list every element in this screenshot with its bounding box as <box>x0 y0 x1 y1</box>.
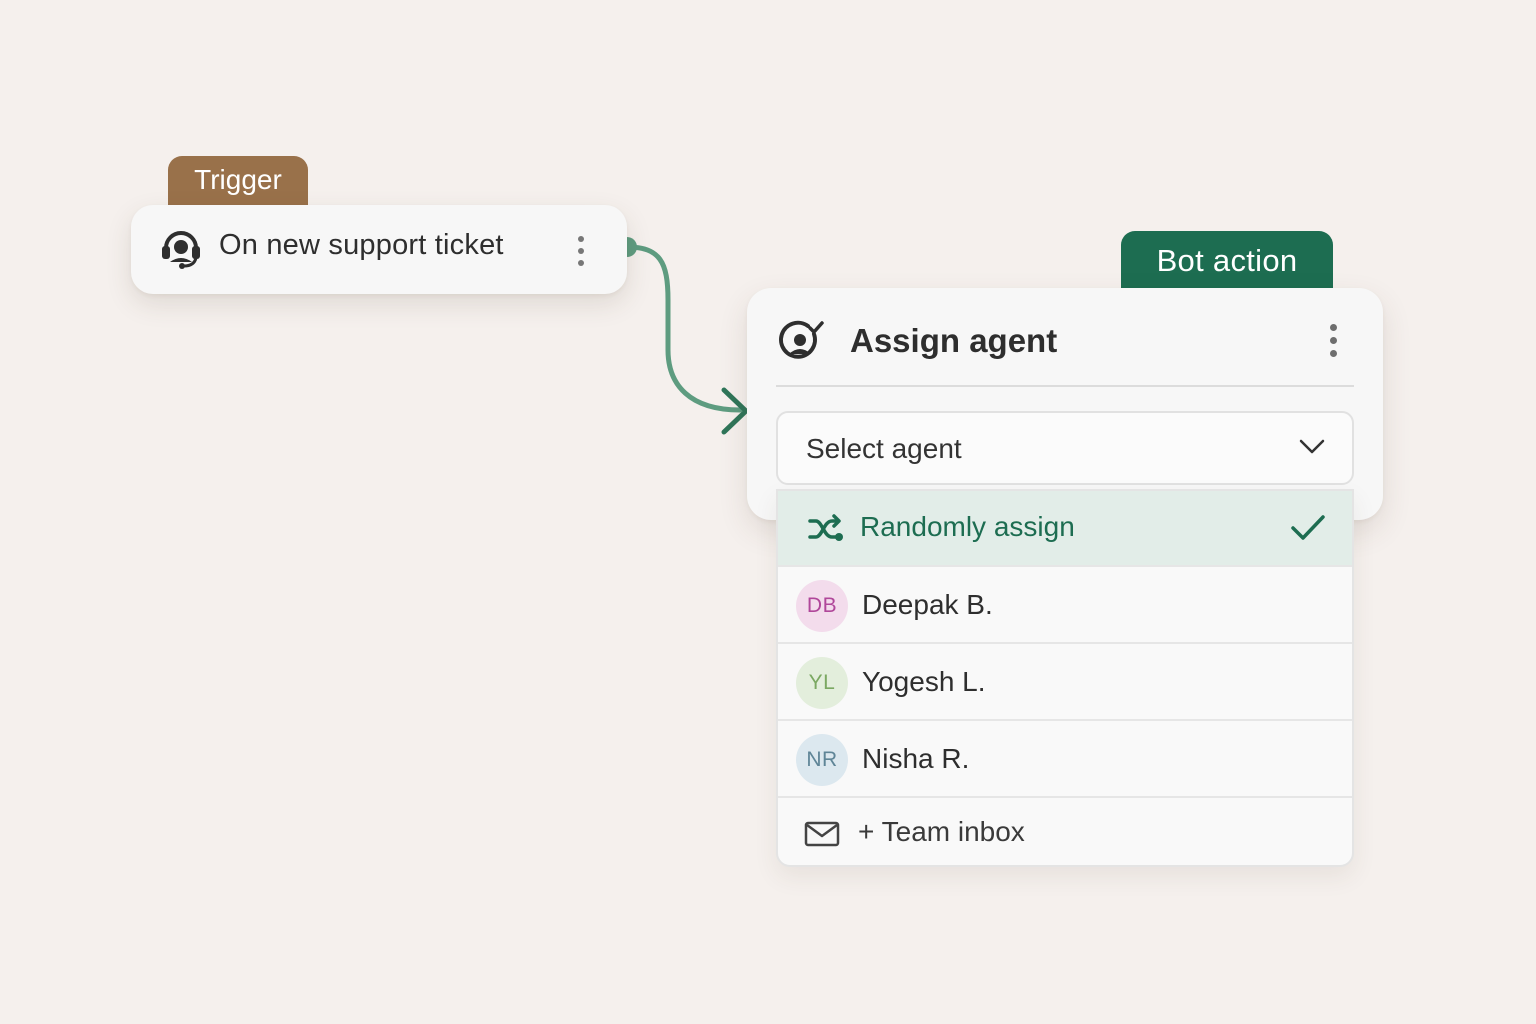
option-label: Nisha R. <box>862 743 970 774</box>
bot-action-divider <box>776 385 1354 387</box>
agent-options-list: Randomly assign DB Deepak B. YL Yogesh L… <box>776 489 1354 867</box>
option-team-inbox[interactable]: + Team inbox <box>778 798 1352 865</box>
connector-arrow-icon <box>721 387 749 435</box>
avatar: DB <box>796 580 848 632</box>
option-label: + Team inbox <box>858 816 1025 847</box>
avatar-initials: DB <box>806 594 838 617</box>
trigger-menu-icon[interactable] <box>578 236 584 266</box>
select-agent-label: Select agent <box>806 433 962 464</box>
workflow-canvas: Trigger On new support ticket Bot action… <box>0 0 1536 1024</box>
option-yogesh[interactable]: YL Yogesh L. <box>778 644 1352 721</box>
bot-action-title: Assign agent <box>850 322 1058 359</box>
option-label: Yogesh L. <box>862 666 986 697</box>
bot-action-node[interactable] <box>747 288 1383 520</box>
assign-agent-icon <box>779 320 824 359</box>
option-nisha[interactable]: NR Nisha R. <box>778 721 1352 798</box>
mail-icon <box>804 821 840 847</box>
avatar: YL <box>796 657 848 709</box>
option-label: Deepak B. <box>862 589 993 620</box>
bot-action-menu-icon[interactable] <box>1330 324 1337 357</box>
option-deepak[interactable]: DB Deepak B. <box>778 567 1352 644</box>
option-randomly-assign[interactable]: Randomly assign <box>778 491 1352 567</box>
option-label: Randomly assign <box>860 511 1075 542</box>
avatar: NR <box>796 734 848 786</box>
shuffle-icon <box>808 514 843 541</box>
trigger-tag: Trigger <box>168 156 308 212</box>
avatar-initials: YL <box>808 671 836 694</box>
headset-icon <box>162 231 200 269</box>
trigger-title: On new support ticket <box>219 229 504 261</box>
select-agent-dropdown[interactable]: Select agent <box>776 411 1354 485</box>
chevron-down-icon <box>1299 439 1325 454</box>
avatar-initials: NR <box>806 748 838 771</box>
check-icon <box>1291 515 1325 540</box>
